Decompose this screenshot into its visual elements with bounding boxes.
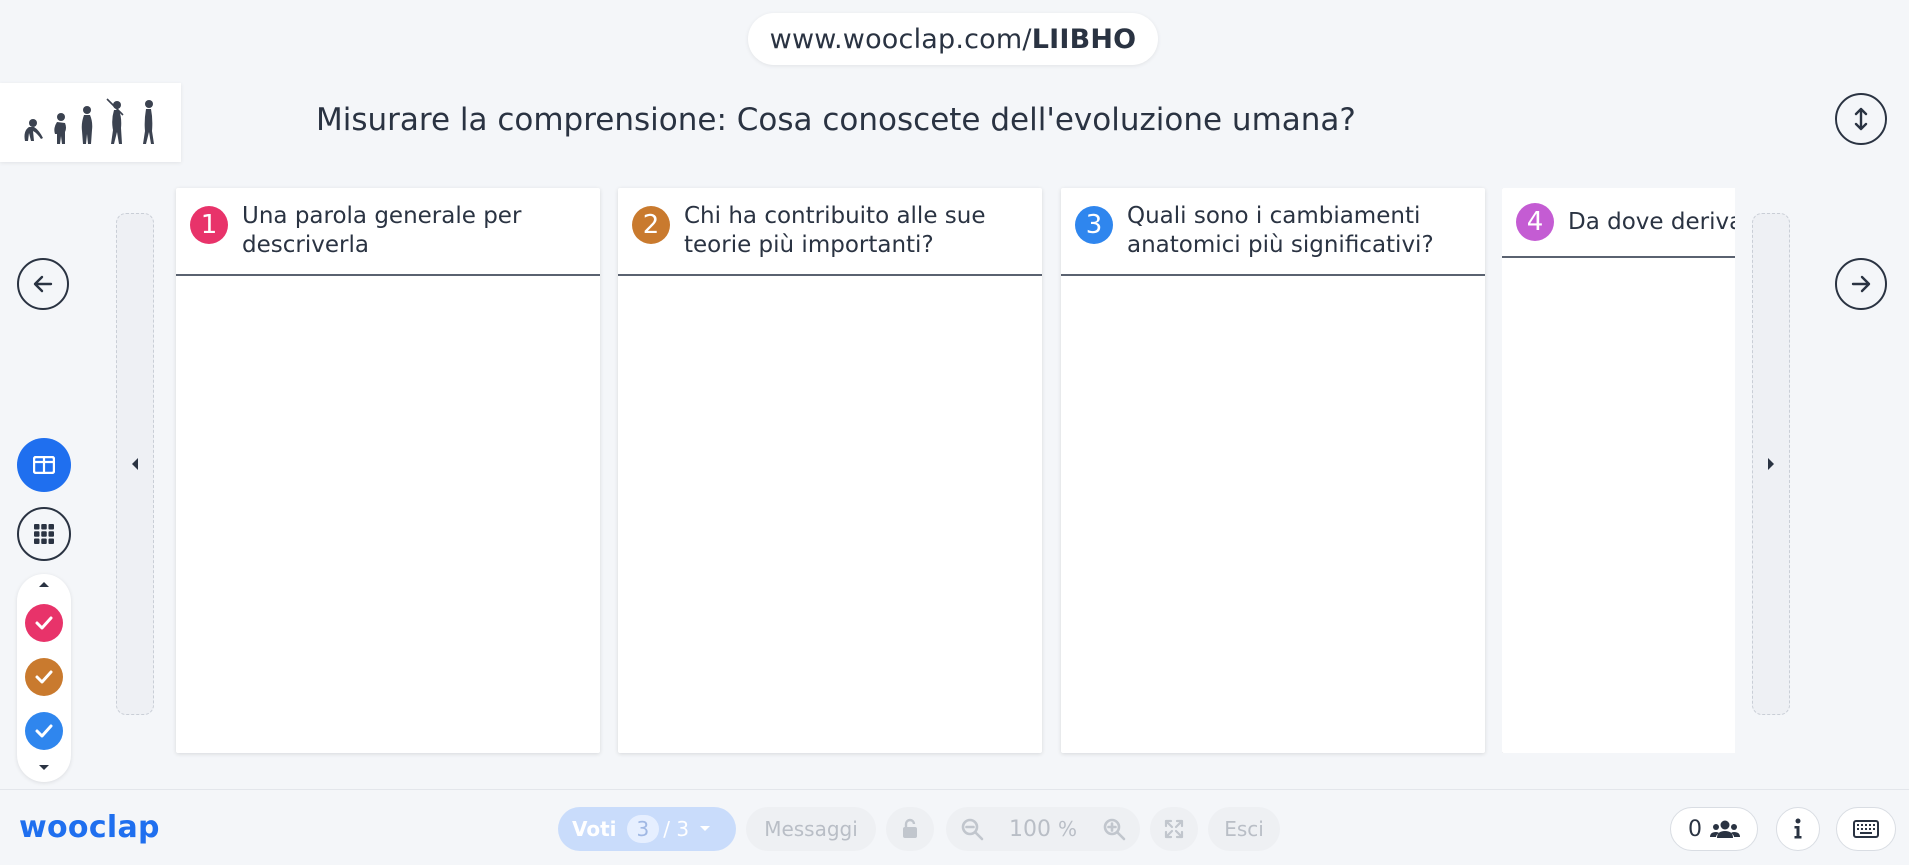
- join-url-prefix: www.wooclap.com/: [769, 23, 1032, 55]
- column-1: 1 Una parola generale per descriverla: [176, 188, 600, 753]
- people-icon: [1710, 820, 1740, 838]
- zoom-value: 100 %: [1009, 817, 1077, 842]
- column-3: 3 Quali sono i cambiamenti anatomici più…: [1061, 188, 1485, 753]
- zoom-out-icon[interactable]: [960, 817, 984, 841]
- columns-view-icon: [33, 456, 55, 474]
- zoom-control: 100 %: [946, 807, 1140, 851]
- scroll-left-rail[interactable]: [116, 213, 154, 715]
- fullscreen-button[interactable]: [1150, 807, 1198, 851]
- filter-toggle-1[interactable]: [25, 604, 63, 642]
- caret-up-icon[interactable]: [38, 580, 50, 588]
- column-number-badge: 2: [632, 206, 670, 244]
- column-number-badge: 4: [1516, 203, 1554, 241]
- column-filter-panel: [17, 574, 71, 782]
- column-header: 1 Una parola generale per descriverla: [176, 188, 600, 276]
- arrow-left-icon: [33, 275, 53, 293]
- keyboard-button[interactable]: [1836, 807, 1896, 851]
- info-button[interactable]: [1776, 807, 1820, 851]
- next-button[interactable]: [1835, 258, 1887, 310]
- grid-view-icon: [34, 524, 54, 544]
- column-2: 2 Chi ha contribuito alle sue teorie più…: [618, 188, 1042, 753]
- info-icon: [1794, 818, 1802, 839]
- keyboard-icon: [1853, 820, 1879, 838]
- column-header: 3 Quali sono i cambiamenti anatomici più…: [1061, 188, 1485, 276]
- messages-button[interactable]: Messaggi: [746, 807, 876, 851]
- scroll-right-rail[interactable]: [1752, 213, 1790, 715]
- zoom-number: 100: [1008, 816, 1051, 842]
- caret-left-icon: [132, 458, 138, 470]
- check-icon: [35, 670, 53, 684]
- column-question: Una parola generale per descriverla: [242, 203, 522, 258]
- exit-button[interactable]: Esci: [1208, 807, 1280, 851]
- column-header: 4 Da dove deriva: [1502, 188, 1735, 258]
- join-url: www.wooclap.com/LIIBHO: [748, 13, 1158, 65]
- fullscreen-icon: [1164, 819, 1184, 839]
- participants-button[interactable]: 0: [1670, 807, 1758, 851]
- votes-button[interactable]: Voti 3 / 3: [558, 807, 736, 851]
- column-question: Chi ha contribuito alle sue teorie più i…: [684, 203, 986, 258]
- column-4: 4 Da dove deriva: [1502, 188, 1735, 753]
- vertical-arrows-icon: [1854, 107, 1868, 131]
- filter-toggle-2[interactable]: [25, 658, 63, 696]
- check-icon: [35, 616, 53, 630]
- grid-view-button[interactable]: [17, 507, 71, 561]
- wooclap-logo: wooclap: [19, 810, 160, 845]
- footer-toolbar: wooclap Voti 3 / 3 Messaggi 100 % Esci 0: [0, 789, 1909, 865]
- column-number-badge: 3: [1075, 206, 1113, 244]
- votes-label: Voti: [572, 817, 617, 841]
- chevron-down-icon: [700, 826, 711, 831]
- column-number-badge: 1: [190, 206, 228, 244]
- votes-count: 3: [626, 815, 660, 843]
- page-title: Misurare la comprensione: Cosa conoscete…: [316, 102, 1356, 138]
- column-question: Da dove deriva: [1568, 208, 1735, 235]
- zoom-unit: %: [1057, 816, 1077, 841]
- lock-icon: [903, 818, 917, 838]
- expand-button[interactable]: [1835, 93, 1887, 145]
- column-header: 2 Chi ha contribuito alle sue teorie più…: [618, 188, 1042, 276]
- caret-down-icon[interactable]: [38, 764, 50, 772]
- columns-view-button[interactable]: [17, 438, 71, 492]
- lock-button[interactable]: [886, 807, 934, 851]
- evolution-image: [24, 97, 154, 144]
- filter-toggle-3[interactable]: [25, 712, 63, 750]
- join-url-code: LIIBHO: [1031, 23, 1137, 55]
- zoom-in-icon[interactable]: [1102, 817, 1126, 841]
- votes-total: / 3: [663, 817, 690, 841]
- column-4-clip: 4 Da dove deriva: [1502, 188, 1735, 753]
- column-question: Quali sono i cambiamenti anatomici più s…: [1127, 203, 1434, 258]
- caret-right-icon: [1768, 458, 1774, 470]
- participants-count: 0: [1688, 816, 1702, 842]
- arrow-right-icon: [1851, 275, 1871, 293]
- prev-button[interactable]: [17, 258, 69, 310]
- evolution-logo: [0, 83, 181, 162]
- check-icon: [35, 724, 53, 738]
